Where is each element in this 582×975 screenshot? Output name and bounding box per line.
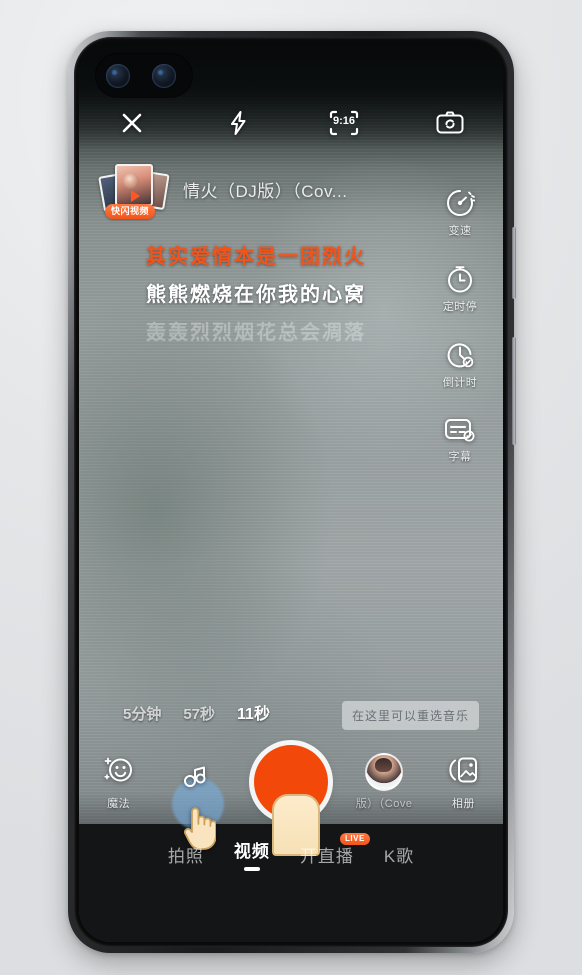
duration-selector: 5分钟 57秒 11秒 — [123, 700, 270, 724]
duration-option[interactable]: 57秒 — [183, 703, 215, 724]
sidebar-item-subtitle[interactable]: 字幕 — [444, 416, 476, 464]
sidebar-item-countdown[interactable]: 倒计时 — [443, 340, 478, 390]
tab-active-underline — [243, 867, 260, 871]
phone-bezel: 9:16 快闪视频 情火（DJ版）（Cov... 其实爱情本是一团烈火 熊熊燃烧… — [74, 37, 508, 947]
camera-flip-button[interactable] — [397, 111, 503, 135]
music-select-button[interactable] — [158, 764, 237, 850]
live-badge: LIVE — [340, 832, 370, 845]
aspect-ratio-icon: 9:16 — [329, 110, 359, 136]
aspect-ratio-button[interactable]: 9:16 — [291, 110, 397, 136]
album-button[interactable]: 相册 — [424, 754, 503, 811]
sidebar-item-label: 字幕 — [448, 451, 472, 463]
phone-screen: 9:16 快闪视频 情火（DJ版）（Cov... 其实爱情本是一团烈火 熊熊燃烧… — [79, 42, 503, 942]
photo-stack-icon[interactable]: 快闪视频 — [98, 160, 173, 219]
mode-tab-bar: 拍照 视频 开直播 LIVE K歌 — [79, 832, 503, 876]
right-tool-sidebar: 变速 定时停 倒计时 字幕 — [429, 188, 491, 464]
close-button[interactable] — [79, 110, 185, 136]
volume-button[interactable] — [512, 227, 516, 299]
sidebar-item-speed[interactable]: 变速 — [445, 188, 475, 238]
camera-flip-icon — [436, 111, 464, 135]
tab-video[interactable]: 视频 — [234, 837, 270, 871]
magic-button[interactable]: 魔法 — [79, 754, 158, 811]
music-note-icon — [179, 764, 217, 801]
music-avatar-button[interactable]: 版）（Cove — [344, 753, 423, 811]
duration-option[interactable]: 5分钟 — [123, 703, 161, 724]
tab-karaoke[interactable]: K歌 — [384, 842, 414, 867]
sidebar-item-label: 定时停 — [442, 301, 478, 313]
sidebar-item-label: 变速 — [448, 225, 472, 237]
tab-photo[interactable]: 拍照 — [168, 842, 204, 867]
subtitle-icon — [444, 416, 476, 444]
tab-label: 开直播 — [299, 846, 354, 866]
avatar — [365, 753, 404, 791]
album-label: 相册 — [451, 797, 475, 810]
music-tooltip: 在这里可以重选音乐 — [341, 701, 479, 730]
timer-stop-icon — [445, 264, 475, 294]
flash-icon — [227, 110, 249, 136]
close-icon — [119, 110, 145, 136]
tab-label: K歌 — [383, 846, 415, 866]
power-button[interactable] — [512, 337, 516, 445]
song-title[interactable]: 情火（DJ版）（Cov... — [183, 177, 347, 202]
front-camera-lens-2 — [152, 63, 176, 88]
lyric-line-current: 其实爱情本是一团烈火 — [146, 246, 366, 268]
lyrics-panel: 其实爱情本是一团烈火 熊熊燃烧在你我的心窝 轰轰烈烈烟花总会凋落 — [79, 238, 433, 352]
top-toolbar: 9:16 — [79, 100, 503, 146]
lyric-line-upcoming: 轰轰烈烈烟花总会凋落 — [146, 322, 366, 344]
magic-face-icon — [102, 754, 136, 791]
duration-option-selected[interactable]: 11秒 — [237, 700, 270, 724]
tab-live[interactable]: 开直播 LIVE — [299, 832, 370, 867]
phone-device: 9:16 快闪视频 情火（DJ版）（Cov... 其实爱情本是一团烈火 熊熊燃烧… — [68, 31, 516, 953]
play-triangle-icon — [131, 190, 140, 202]
countdown-icon — [445, 340, 475, 370]
sidebar-item-timer-stop[interactable]: 定时停 — [443, 264, 478, 314]
front-camera-lens-1 — [106, 63, 130, 88]
speed-gauge-icon — [445, 188, 475, 218]
tab-label: 视频 — [233, 842, 270, 861]
album-stack-icon — [446, 754, 480, 791]
tab-label: 拍照 — [167, 846, 204, 866]
thumb-badge: 快闪视频 — [105, 204, 156, 219]
sidebar-item-label: 倒计时 — [442, 377, 478, 389]
flash-button[interactable] — [185, 110, 291, 136]
magic-label: 魔法 — [107, 797, 131, 810]
aspect-ratio-label: 9:16 — [332, 115, 356, 127]
lyric-line-next: 熊熊燃烧在你我的心窝 — [146, 284, 366, 306]
song-strip[interactable]: 快闪视频 情火（DJ版）（Cov... — [98, 160, 417, 219]
music-avatar-label: 版）（Cove — [355, 798, 413, 810]
punch-hole-camera — [96, 54, 192, 97]
